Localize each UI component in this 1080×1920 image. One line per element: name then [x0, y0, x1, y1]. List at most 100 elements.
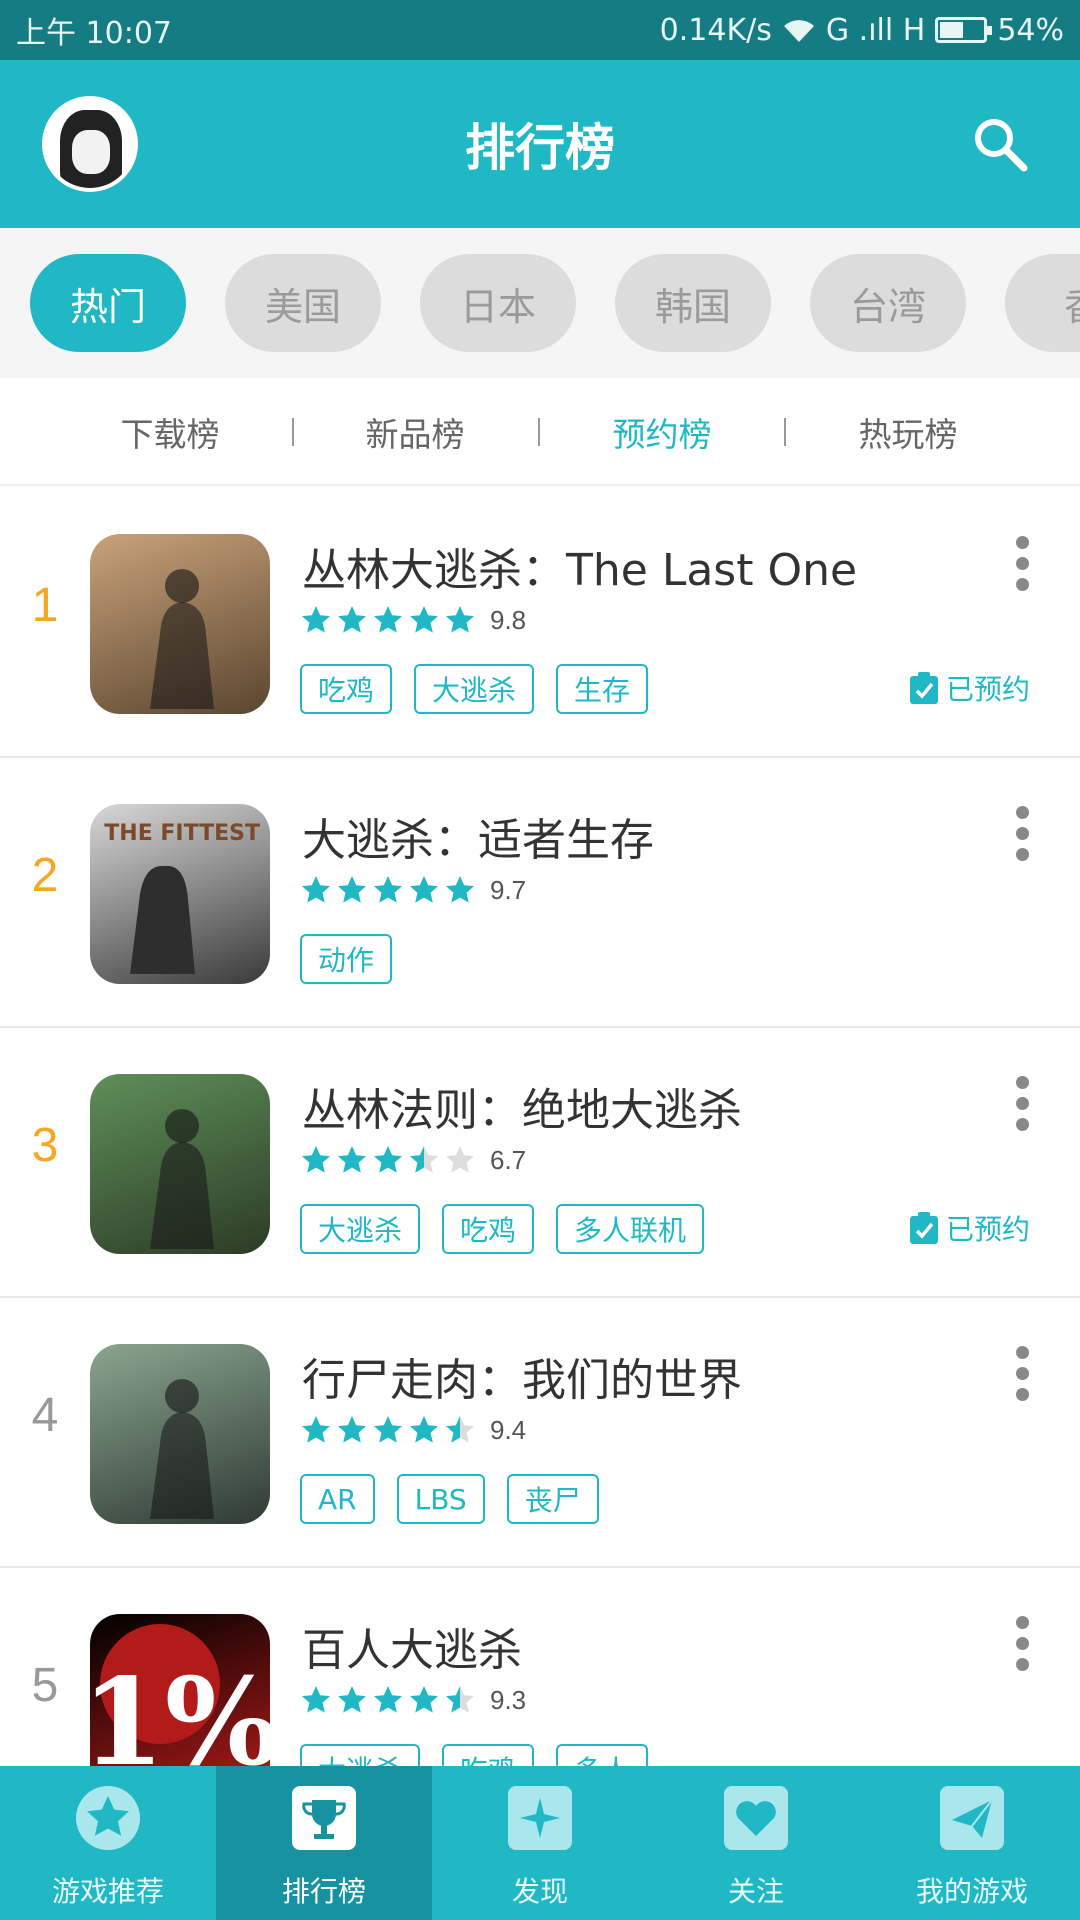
region-pill[interactable]: 台湾 [810, 254, 966, 352]
rating-stars: 6.7 [300, 1144, 526, 1176]
game-icon[interactable] [90, 534, 270, 714]
status-time: 上午 10:07 [16, 16, 172, 51]
star-icon [410, 876, 438, 903]
star-icon [338, 1146, 366, 1173]
tag-list: 动作 [300, 934, 393, 984]
net-speed: 0.14K/s [659, 12, 772, 48]
game-row[interactable]: 2 THE FITTEST 大逃杀：适者生存 9.7 动作 [0, 758, 1080, 1028]
game-title[interactable]: 丛林大逃杀：The Last One [302, 534, 857, 598]
game-title[interactable]: 百人大逃杀 [302, 1614, 522, 1678]
game-artwork: 1% [90, 1624, 270, 1766]
star-icon [302, 606, 330, 633]
rating-score: 6.7 [490, 1144, 527, 1175]
rating-score: 9.8 [490, 604, 527, 635]
more-options-icon[interactable] [1008, 1076, 1036, 1136]
rank-number: 2 [31, 849, 59, 902]
game-tag[interactable]: 大逃杀 [300, 1204, 421, 1254]
game-title[interactable]: 大逃杀：适者生存 [302, 804, 654, 868]
star-icon [338, 876, 366, 903]
sparkle-icon [508, 1786, 572, 1850]
tag-list: 吃鸡 大逃杀 生存 [300, 664, 649, 714]
game-tag[interactable]: 生存 [556, 664, 649, 714]
search-icon[interactable] [970, 114, 1030, 174]
star-icon [302, 1686, 330, 1713]
nav-item-1[interactable]: 排行榜 [216, 1766, 432, 1920]
game-tag[interactable]: 动作 [300, 934, 393, 984]
star-icon [374, 1416, 402, 1443]
nav-item-3[interactable]: 关注 [648, 1766, 864, 1920]
game-tag[interactable]: 大逃杀 [300, 1744, 421, 1766]
rating-score: 9.7 [490, 874, 527, 905]
subtab-1[interactable]: 新品榜 [315, 408, 515, 456]
game-icon[interactable]: 1% [90, 1614, 270, 1766]
reserved-label: 已预约 [945, 1213, 1030, 1246]
star-icon [338, 606, 366, 633]
tag-list: 大逃杀 吃鸡 多人联机 [300, 1204, 705, 1254]
signal-text: G .ıll H [825, 12, 926, 48]
nav-item-4[interactable]: 我的游戏 [864, 1766, 1080, 1920]
game-row[interactable]: 4 行尸走肉：我们的世界 9.4 AR LBS 丧尸 [0, 1298, 1080, 1568]
star-icon [410, 1686, 438, 1713]
game-row[interactable]: 3 丛林法则：绝地大逃杀 6.7 大逃杀 吃鸡 多人联机 已预约 [0, 1028, 1080, 1298]
star-icon [338, 1416, 366, 1443]
rating-score: 9.4 [490, 1414, 527, 1445]
game-list: 1 丛林大逃杀：The Last One 9.8 吃鸡 大逃杀 生存 已预约 2 THE FIT… [0, 488, 1080, 1766]
game-icon[interactable] [90, 1074, 270, 1254]
tag-list: 大逃杀吃鸡多人 [300, 1744, 649, 1766]
game-tag[interactable]: 吃鸡 [300, 664, 393, 714]
star-icon [374, 876, 402, 903]
region-pill[interactable]: 香 [1005, 254, 1080, 352]
bottom-nav: 游戏推荐 排行榜 发现 关注 我的游戏 [0, 1766, 1080, 1920]
game-artwork [150, 569, 214, 709]
star-icon [446, 876, 474, 903]
reserved-label: 已预约 [945, 673, 1030, 706]
battery-percent: 54% [997, 12, 1064, 48]
rating-score: 9.3 [490, 1684, 527, 1715]
game-tag[interactable]: LBS [396, 1474, 485, 1524]
game-row[interactable]: 5 1% 百人大逃杀 9.3 大逃杀吃鸡多人 [0, 1568, 1080, 1766]
star-icon [374, 606, 402, 633]
more-options-icon[interactable] [1008, 1346, 1036, 1406]
heart-icon [724, 1786, 788, 1850]
region-pill[interactable]: 韩国 [615, 254, 771, 352]
star-icon [76, 1786, 140, 1850]
reserved-status[interactable]: 已预约 [908, 1208, 1030, 1248]
subtab-3[interactable]: 热玩榜 [808, 408, 1008, 456]
tab-separator [784, 418, 786, 446]
game-tag[interactable]: 吃鸡 [442, 1204, 535, 1254]
game-title[interactable]: 行尸走肉：我们的世界 [302, 1344, 742, 1408]
game-tag[interactable]: 多人 [556, 1744, 649, 1766]
tab-separator [537, 418, 540, 446]
app-header: 排行榜 [0, 60, 1080, 228]
game-tag[interactable]: 丧尸 [506, 1474, 599, 1524]
more-options-icon[interactable] [1008, 536, 1036, 596]
subtab-0[interactable]: 下载榜 [70, 408, 270, 456]
more-options-icon[interactable] [1008, 1616, 1036, 1676]
star-icon [410, 1146, 438, 1173]
page-title: 排行榜 [465, 119, 615, 177]
star-icon [374, 1146, 402, 1173]
game-icon[interactable] [90, 1344, 270, 1524]
region-tabs: 热门美国日本韩国台湾香 [0, 228, 1080, 378]
nav-item-0[interactable]: 游戏推荐 [0, 1766, 216, 1920]
game-artwork [150, 1109, 214, 1249]
status-indicators: 0.14K/s G .ıll H 54% [660, 13, 1064, 48]
nav-label: 关注 [727, 1875, 784, 1908]
region-pill[interactable]: 热门 [30, 254, 186, 352]
game-tag[interactable]: 吃鸡 [442, 1744, 535, 1766]
more-options-icon[interactable] [1008, 806, 1036, 866]
clipboard-check-icon [909, 672, 938, 704]
game-row[interactable]: 1 丛林大逃杀：The Last One 9.8 吃鸡 大逃杀 生存 已预约 [0, 488, 1080, 758]
rating-stars: 9.8 [300, 604, 526, 636]
game-tag[interactable]: 大逃杀 [414, 664, 535, 714]
region-pill[interactable]: 日本 [420, 254, 576, 352]
game-tag[interactable]: AR [300, 1474, 375, 1524]
game-tag[interactable]: 多人联机 [556, 1204, 705, 1254]
rank-number: 5 [31, 1659, 59, 1712]
nav-item-2[interactable]: 发现 [432, 1766, 648, 1920]
subtab-2[interactable]: 预约榜 [562, 408, 762, 456]
game-title[interactable]: 丛林法则：绝地大逃杀 [302, 1074, 742, 1138]
game-icon[interactable]: THE FITTEST [90, 804, 270, 984]
reserved-status[interactable]: 已预约 [908, 668, 1030, 708]
region-pill[interactable]: 美国 [225, 254, 381, 352]
